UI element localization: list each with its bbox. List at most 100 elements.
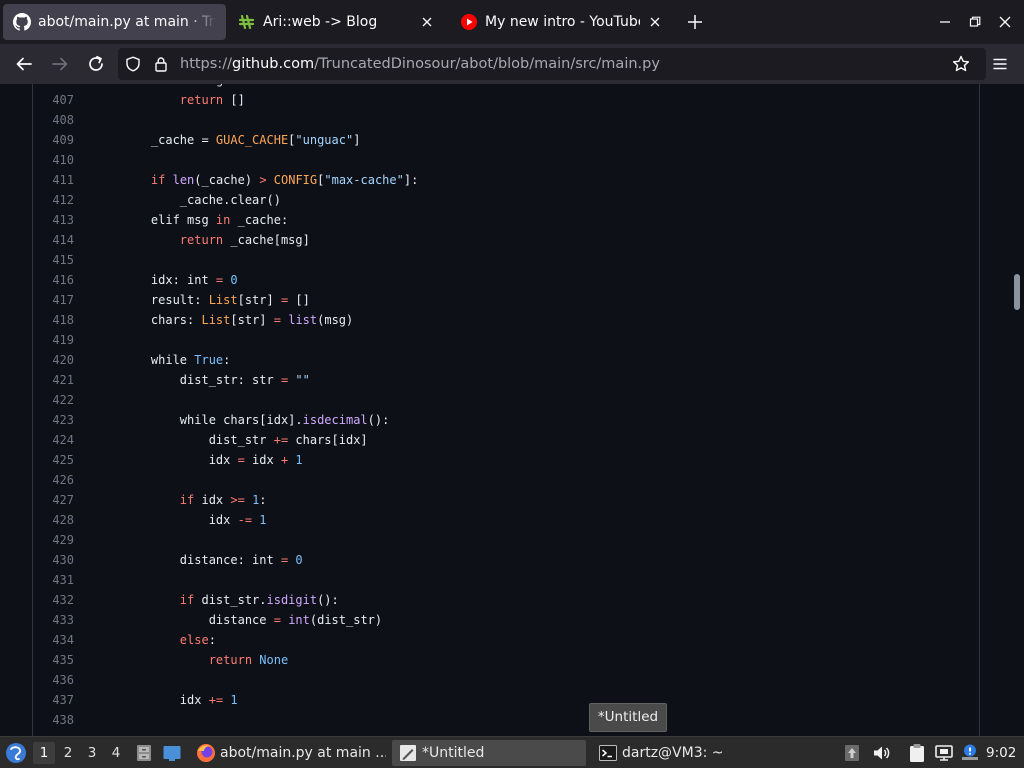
lock-icon[interactable]	[152, 55, 170, 73]
line-number[interactable]: 425	[33, 453, 74, 467]
line-number[interactable]: 413	[33, 213, 74, 227]
line-number[interactable]: 418	[33, 313, 74, 327]
code-line: 414 return _cache[msg]	[33, 230, 979, 250]
line-number[interactable]: 420	[33, 353, 74, 367]
workspace-4[interactable]: 4	[105, 742, 127, 764]
line-number[interactable]: 412	[33, 193, 74, 207]
code-line: 411 if len(_cache) > CONFIG["max-cache"]…	[33, 170, 979, 190]
forward-button[interactable]	[48, 52, 72, 76]
tracking-protection-shield-icon[interactable]	[124, 55, 142, 73]
line-number[interactable]: 423	[33, 413, 74, 427]
line-number[interactable]: 429	[33, 533, 74, 547]
line-number[interactable]: 430	[33, 553, 74, 567]
code-token: +=	[273, 433, 289, 447]
arrow-left-icon	[16, 57, 32, 71]
minimize-window-icon[interactable]	[935, 12, 955, 32]
show-desktop-button[interactable]	[161, 742, 183, 764]
line-number[interactable]: 438	[33, 713, 74, 727]
code-token: _cache:	[230, 213, 289, 227]
close-tab-icon[interactable]	[418, 13, 436, 31]
workspace-3[interactable]: 3	[81, 742, 103, 764]
tab-youtube[interactable]: My new intro - YouTube	[450, 4, 674, 40]
tab-ari-web-blog[interactable]: Ari::web -> Blog	[228, 4, 446, 40]
code-line: 437 idx += 1	[33, 690, 979, 710]
line-number[interactable]: 437	[33, 693, 74, 707]
start-menu-button[interactable]	[5, 742, 27, 764]
code-token: idx	[244, 453, 281, 467]
code-token: result:	[122, 293, 209, 307]
maximize-window-icon[interactable]	[965, 12, 985, 32]
line-number[interactable]: 433	[33, 613, 74, 627]
reload-button[interactable]	[84, 52, 108, 76]
page-scrollbar-thumb[interactable]	[1014, 274, 1020, 310]
code-token: else	[179, 633, 209, 647]
code-viewer: 406 if not msg: 407 return [] 408 409 _cach…	[32, 84, 980, 736]
line-number[interactable]: 421	[33, 373, 74, 387]
back-button[interactable]	[12, 52, 36, 76]
ari-web-icon	[238, 13, 256, 31]
line-number[interactable]: 426	[33, 473, 74, 487]
close-tab-icon[interactable]	[646, 13, 664, 31]
tab-github[interactable]: abot/main.py at main · TruncatedDinosour	[3, 4, 226, 40]
line-number[interactable]: 431	[33, 573, 74, 587]
line-number[interactable]: 407	[33, 93, 74, 107]
line-number[interactable]: 414	[33, 233, 74, 247]
workspace-1[interactable]: 1	[33, 742, 55, 764]
bookmark-star-button[interactable]	[949, 52, 973, 76]
code-text: return None	[122, 653, 289, 667]
file-cabinet-icon	[137, 745, 151, 761]
code-token: 1	[230, 693, 238, 707]
line-number[interactable]: 417	[33, 293, 74, 307]
task-firefox[interactable]: abot/main.py at main ...	[190, 740, 386, 766]
volume-icon[interactable]	[870, 742, 892, 764]
workspace-2[interactable]: 2	[57, 742, 79, 764]
notification-info-icon[interactable]	[959, 742, 981, 764]
task-label: *Untitled	[422, 745, 485, 761]
line-number[interactable]: 422	[33, 393, 74, 407]
code-line: 410	[33, 150, 979, 170]
file-manager-launcher[interactable]	[133, 742, 155, 764]
code-token: >=	[230, 493, 245, 507]
line-number[interactable]: 409	[33, 133, 74, 147]
clipboard-icon[interactable]	[906, 742, 928, 764]
code-text: if idx >= 1:	[122, 493, 267, 507]
line-number[interactable]: 416	[33, 273, 74, 287]
line-number[interactable]: 434	[33, 633, 74, 647]
code-text: dist_str += chars[idx]	[122, 433, 368, 447]
network-wired-icon[interactable]	[933, 742, 955, 764]
code-token: while chars[idx].	[122, 413, 303, 427]
line-number[interactable]: 410	[33, 153, 74, 167]
firefox-icon	[196, 743, 216, 763]
url-bar[interactable]: https://github.com/TruncatedDinosour/abo…	[118, 48, 986, 80]
line-number[interactable]: 424	[33, 433, 74, 447]
close-window-icon[interactable]	[995, 12, 1015, 32]
updates-tray-icon[interactable]	[843, 743, 861, 763]
code-token: []	[288, 293, 310, 307]
line-number[interactable]: 427	[33, 493, 74, 507]
code-token: "max-cache"	[324, 173, 404, 187]
code-token: if	[179, 493, 195, 507]
code-line: 433 distance = int(dist_str)	[33, 610, 979, 630]
terminal-icon	[598, 743, 618, 763]
line-number[interactable]: 432	[33, 593, 74, 607]
task-terminal[interactable]: dartz@VM3: ~	[592, 740, 788, 766]
code-text: return []	[122, 93, 245, 107]
line-number[interactable]: 428	[33, 513, 74, 527]
line-number[interactable]: 435	[33, 653, 74, 667]
line-number[interactable]: 408	[33, 113, 74, 127]
new-tab-button[interactable]	[684, 11, 706, 33]
reload-icon	[89, 55, 103, 71]
line-number[interactable]: 411	[33, 173, 74, 187]
code-line: 415	[33, 250, 979, 270]
line-number[interactable]: 415	[33, 253, 74, 267]
line-number[interactable]: 436	[33, 673, 74, 687]
line-number[interactable]: 419	[33, 333, 74, 347]
line-number[interactable]: 406	[33, 84, 74, 87]
code-line: 419	[33, 330, 979, 350]
task-text-editor[interactable]: *Untitled	[392, 740, 586, 766]
app-menu-button[interactable]	[988, 52, 1012, 76]
